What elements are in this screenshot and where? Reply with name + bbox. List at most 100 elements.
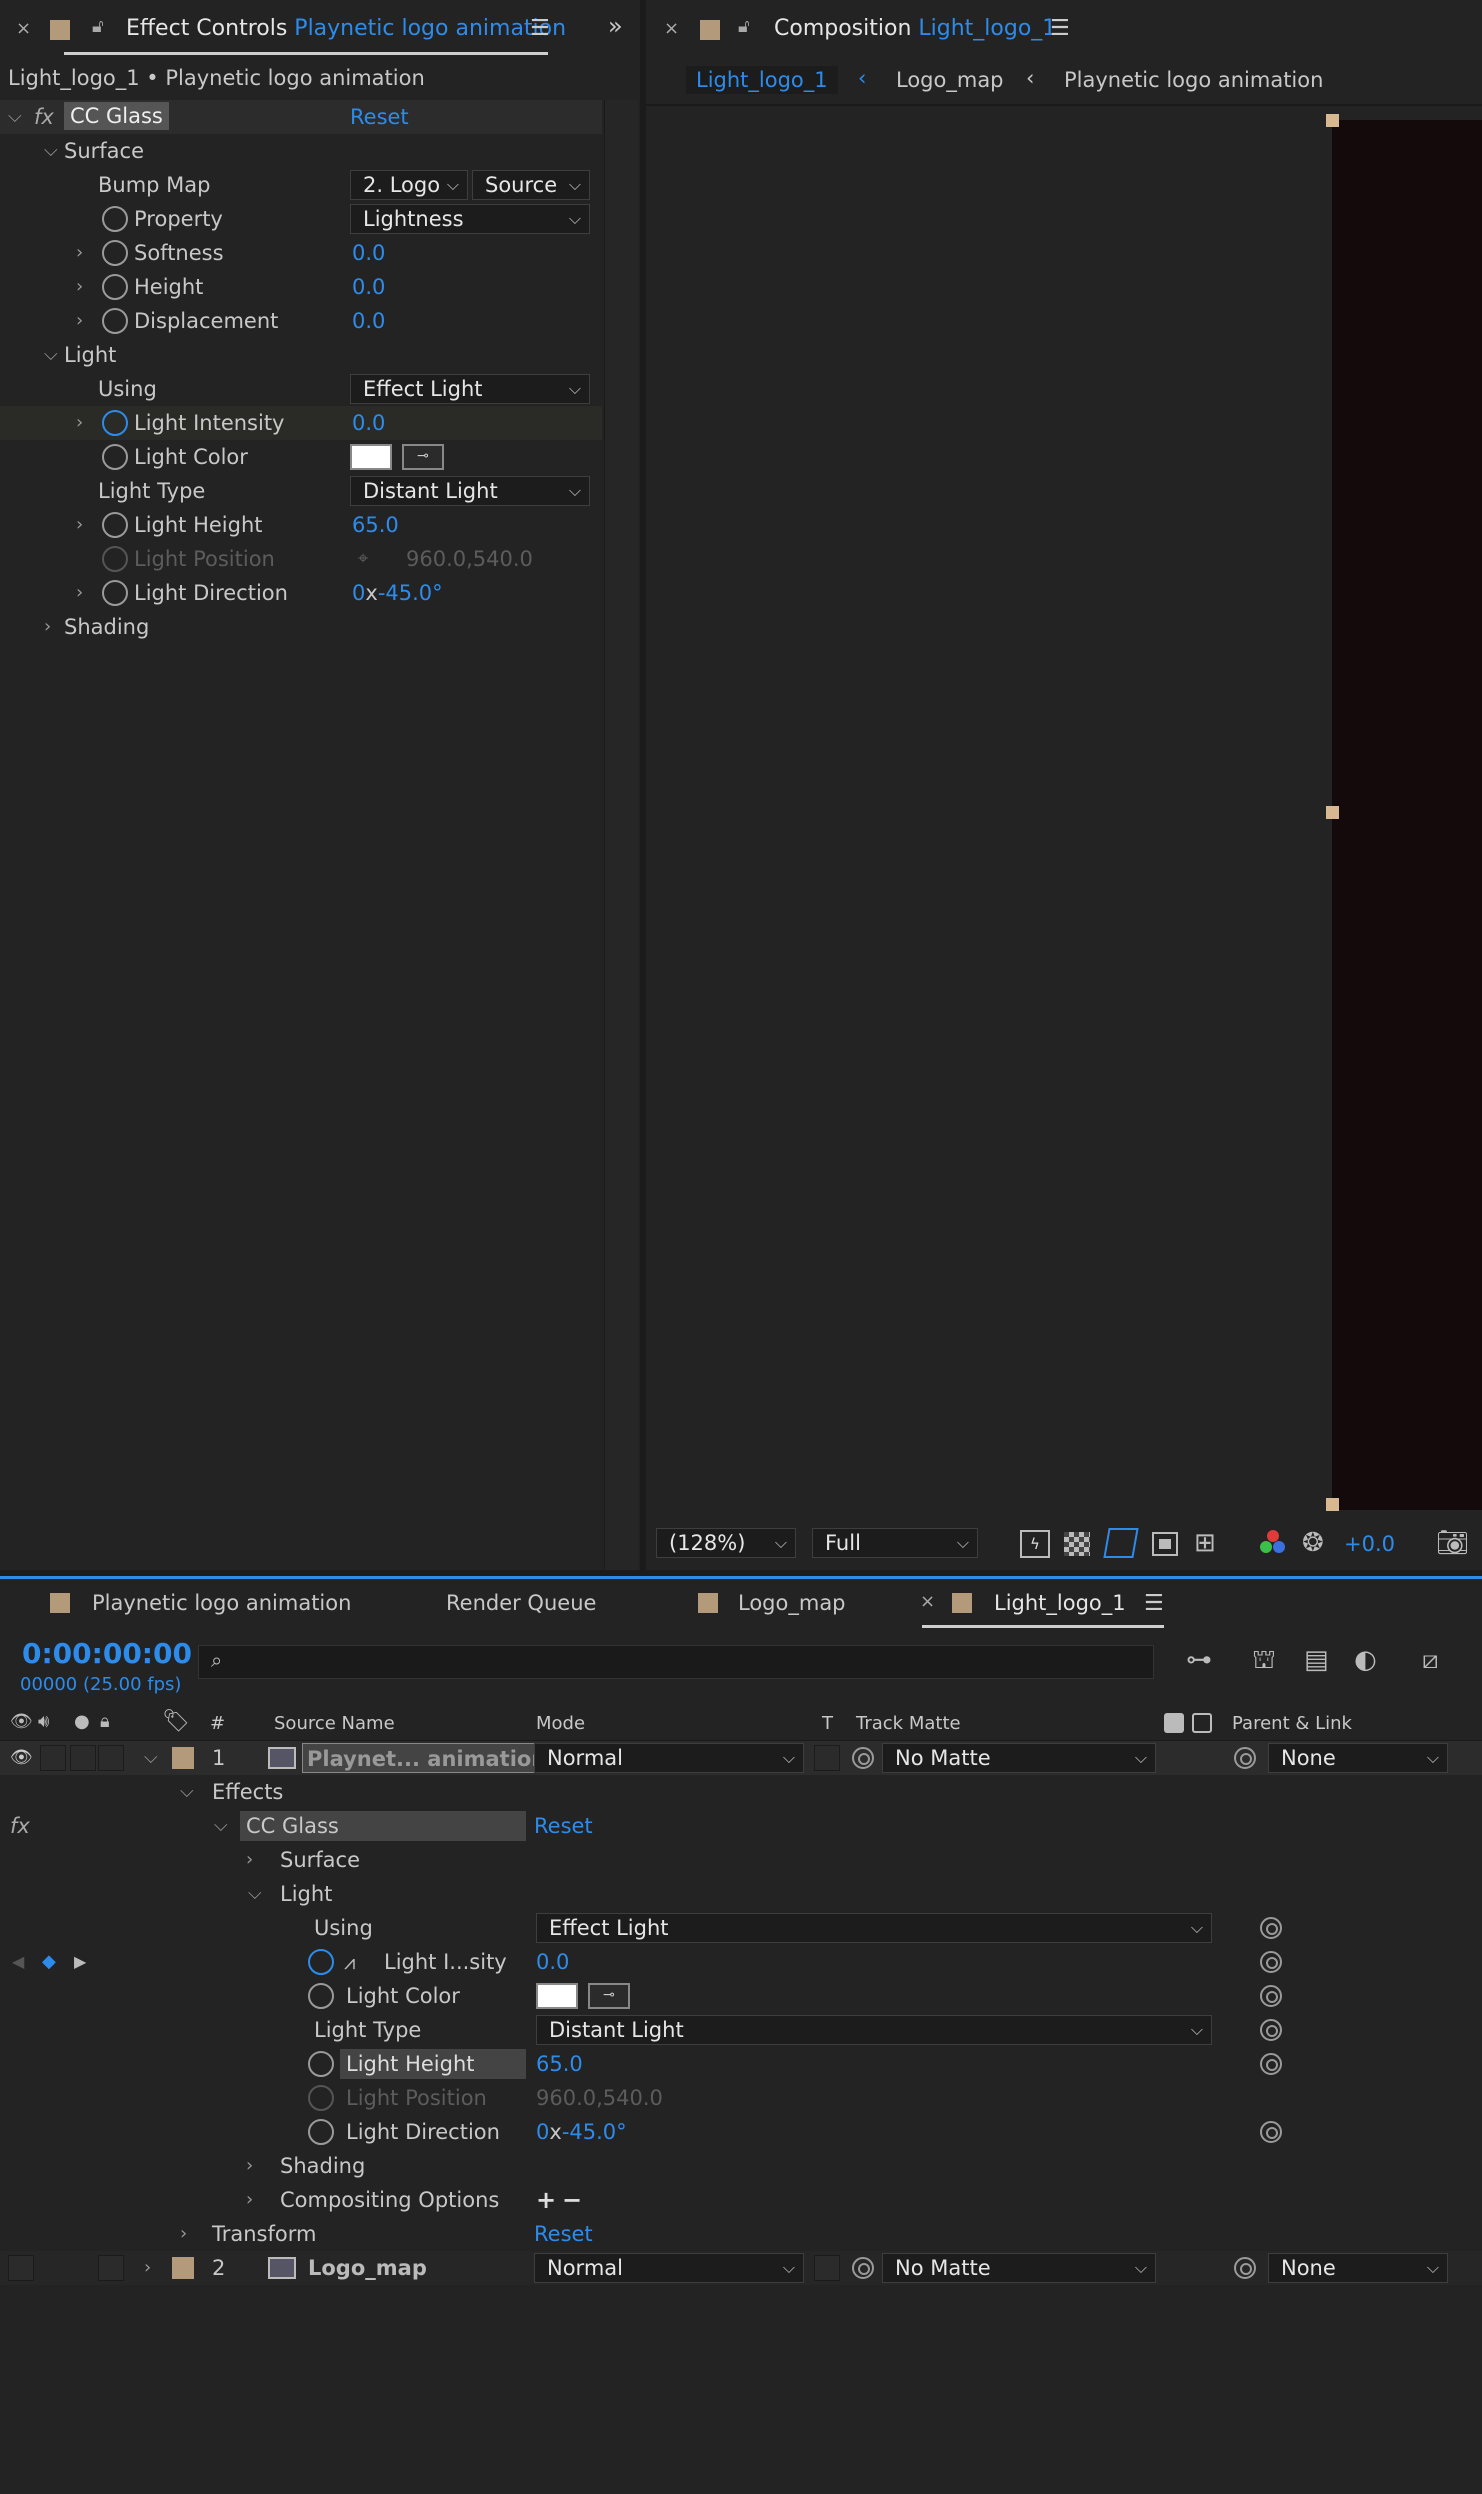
light-height-value[interactable]: 65.0 [352, 508, 399, 542]
stopwatch-icon[interactable] [102, 580, 128, 606]
stopwatch-active-icon[interactable] [102, 410, 128, 436]
height-label[interactable]: Light Height [340, 2049, 526, 2079]
softness-value[interactable]: 0.0 [352, 236, 385, 270]
close-icon[interactable]: × [16, 18, 31, 39]
direction-degrees[interactable]: -45.0° [378, 581, 443, 605]
stopwatch-icon[interactable] [102, 240, 128, 266]
chevron-right-icon[interactable]: › [246, 1843, 253, 1877]
label-tag-icon[interactable]: 🏷︎ [162, 1709, 190, 1734]
direction-value[interactable]: 0x-45.0° [536, 2115, 627, 2149]
video-toggle-cell[interactable] [8, 2255, 34, 2281]
lock-toggle-cell[interactable] [98, 2255, 124, 2281]
mask-path-icon[interactable] [1103, 1528, 1139, 1558]
audio-icon[interactable]: 🔊︎ [38, 1711, 49, 1732]
camera-icon[interactable]: 📷︎ [1436, 1528, 1469, 1558]
layer-label-color[interactable] [172, 2257, 194, 2279]
fast-preview-icon[interactable]: ϟ [1020, 1530, 1050, 1558]
color-management-icon[interactable]: ❂ [1302, 1528, 1324, 1558]
compositing-options-row[interactable]: › Compositing Options + − [0, 2183, 1482, 2217]
direction-degrees[interactable]: -45.0° [562, 2120, 627, 2144]
tab-render-queue[interactable]: Render Queue [446, 1591, 596, 1615]
crumb-light-logo-1[interactable]: Light_logo_1 [686, 66, 838, 94]
shading-group-row[interactable]: › Shading [0, 610, 602, 644]
expression-pickwhip-icon[interactable] [1260, 1985, 1282, 2007]
chevron-down-icon[interactable]: ⌵ [180, 1775, 194, 1809]
chevron-right-icon[interactable]: › [246, 2183, 253, 2217]
exposure-value[interactable]: +0.0 [1344, 1532, 1395, 1556]
graph-editor-icon[interactable]: ⧄ [1422, 1645, 1439, 1676]
transparency-grid-icon[interactable] [1064, 1532, 1090, 1556]
height-value[interactable]: 0.0 [352, 270, 385, 304]
comp-viewer[interactable] [648, 108, 1482, 1518]
cc-glass-row[interactable]: fx ⌵ CC Glass Reset [0, 1809, 1482, 1843]
light-type-dropdown[interactable]: Distant Light ⌵ [536, 2015, 1212, 2045]
parent-dropdown[interactable]: None ⌵ [1268, 2253, 1448, 2283]
stopwatch-icon[interactable] [102, 274, 128, 300]
bump-map-layer-dropdown[interactable]: 2. Logo ⌵ [350, 170, 468, 200]
light-group-row[interactable]: ⌵ Light [0, 1877, 1482, 1911]
frame-blending-icon[interactable]: ▤ [1304, 1645, 1329, 1675]
color-swatch[interactable] [350, 444, 392, 470]
color-swatch[interactable] [536, 1983, 578, 2009]
stopwatch-icon[interactable] [102, 444, 128, 470]
displacement-value[interactable]: 0.0 [352, 304, 385, 338]
chevron-right-icon[interactable]: › [76, 406, 83, 440]
remove-icon[interactable]: − [562, 2183, 582, 2217]
lock-toggle-cell[interactable] [98, 1745, 124, 1771]
chevron-down-icon[interactable]: ⌵ [44, 338, 58, 372]
channels-icon[interactable] [1260, 1530, 1286, 1556]
close-icon[interactable]: × [664, 18, 679, 39]
bump-map-source-dropdown[interactable]: Source ⌵ [472, 170, 590, 200]
tab-playnetic[interactable]: Playnetic logo animation [92, 1591, 351, 1615]
layer-row-1[interactable]: 👁︎ ⌵ 1 Playnet... animation Normal ⌵ No … [0, 1741, 1482, 1775]
effects-group-row[interactable]: ⌵ Effects [0, 1775, 1482, 1809]
effect-name[interactable]: CC Glass [64, 102, 169, 130]
effect-scrollbar[interactable] [604, 100, 638, 1570]
graph-icon[interactable]: ⩘ [344, 1945, 355, 1979]
solo-toggle-cell[interactable] [70, 1745, 96, 1771]
using-dropdown[interactable]: Effect Light ⌵ [350, 374, 590, 404]
chevron-down-icon[interactable]: ⌵ [44, 134, 58, 168]
timecode-display[interactable]: 0:00:00:00 [22, 1637, 192, 1670]
intensity-value[interactable]: 0.0 [536, 1945, 569, 1979]
mode-dropdown[interactable]: Normal ⌵ [534, 1743, 804, 1773]
solo-icon[interactable]: ● [74, 1711, 90, 1732]
expression-pickwhip-icon[interactable] [1260, 2121, 1282, 2143]
light-direction-value[interactable]: 0x-45.0° [352, 576, 443, 610]
preserve-transparency-cell[interactable] [814, 1745, 840, 1771]
fx-icon[interactable]: fx [10, 1809, 30, 1843]
effect-reset-link[interactable]: Reset [350, 100, 409, 134]
light-group-row[interactable]: ⌵ Light [0, 338, 602, 372]
prev-keyframe-icon[interactable]: ◀ [12, 1945, 24, 1979]
cc-glass-reset-link[interactable]: Reset [534, 1809, 593, 1843]
crumb-logo-map[interactable]: Logo_map [896, 68, 1004, 92]
transform-group-row[interactable]: › Transform Reset [0, 2217, 1482, 2251]
audio-toggle-cell[interactable] [40, 1745, 66, 1771]
chevron-right-icon[interactable]: › [44, 610, 51, 644]
surface-group-row[interactable]: ⌵ Surface [0, 134, 602, 168]
track-matte-dropdown[interactable]: No Matte ⌵ [882, 1743, 1156, 1773]
stopwatch-icon[interactable] [102, 206, 128, 232]
add-icon[interactable]: + [536, 2183, 556, 2217]
preserve-transparency-cell[interactable] [814, 2255, 840, 2281]
lock-icon[interactable]: 🔓︎ [738, 16, 750, 37]
motion-blur-icon[interactable]: ◐ [1354, 1645, 1377, 1675]
layer-search-input[interactable]: ⌕ [198, 1645, 1154, 1679]
layer-label-color[interactable] [172, 1747, 194, 1769]
matte-pickwhip-icon[interactable] [852, 1747, 874, 1769]
next-keyframe-icon[interactable]: ▶ [74, 1945, 86, 1979]
effect-controls-tab[interactable]: Effect Controls Playnetic logo animation [126, 16, 566, 41]
keyframe-diamond-icon[interactable]: ◆ [42, 1945, 56, 1979]
track-matte-dropdown[interactable]: No Matte ⌵ [882, 2253, 1156, 2283]
chevron-down-icon[interactable]: ⌵ [214, 1809, 228, 1843]
tab-light-logo-1[interactable]: Light_logo_1 [994, 1591, 1126, 1615]
property-dropdown[interactable]: Lightness ⌵ [350, 204, 590, 234]
lock-icon[interactable]: 🔓︎ [92, 16, 104, 37]
tab-logo-map[interactable]: Logo_map [738, 1591, 846, 1615]
hamburger-menu-icon[interactable]: ☰ [1050, 16, 1070, 41]
stopwatch-active-icon[interactable] [308, 1949, 334, 1975]
composition-flowchart-icon[interactable]: ⊶ [1186, 1645, 1212, 1675]
layer-name[interactable]: Logo_map [308, 2251, 427, 2285]
expression-pickwhip-icon[interactable] [1260, 2053, 1282, 2075]
draft-3d-icon[interactable]: ⛫ [1252, 1645, 1276, 1679]
